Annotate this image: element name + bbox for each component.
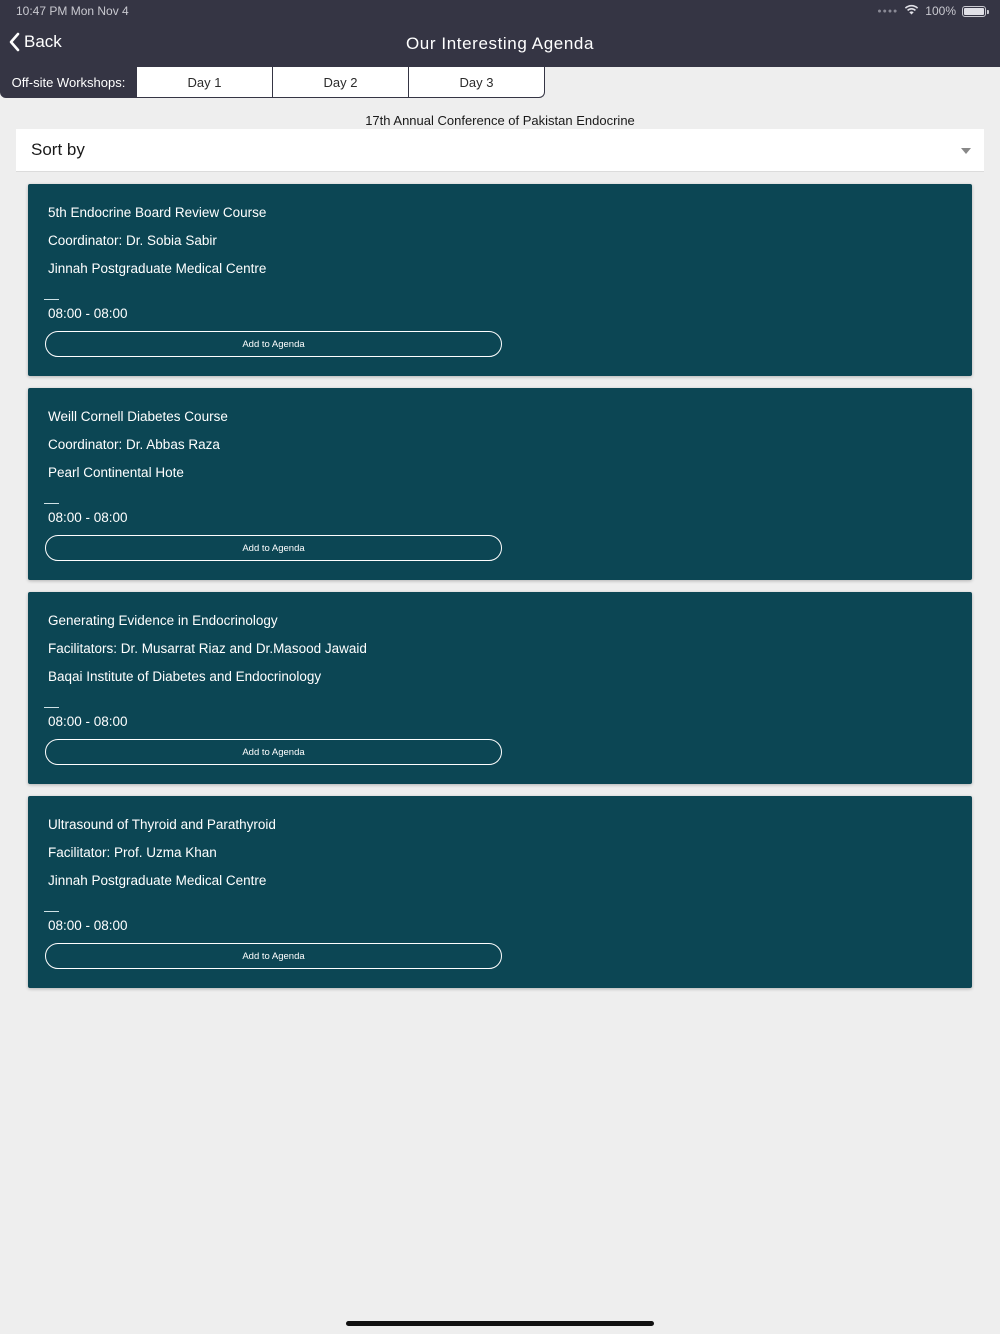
home-indicator[interactable] [346,1321,654,1326]
workshop-coordinator: Coordinator: Dr. Sobia Sabir [48,233,217,248]
sort-label: Sort by [31,140,85,159]
add-to-agenda-button[interactable]: Add to Agenda [45,331,502,357]
caret-down-icon [961,148,971,154]
add-to-agenda-button[interactable]: Add to Agenda [45,943,502,969]
divider [44,503,59,504]
workshop-venue: Jinnah Postgraduate Medical Centre [48,873,267,888]
workshop-title: Ultrasound of Thyroid and Parathyroid [48,817,276,832]
conference-title: 17th Annual Conference of Pakistan Endoc… [365,113,635,128]
workshop-card: Weill Cornell Diabetes Course Coordinato… [28,388,972,580]
signal-icon: ●●●● [877,7,899,15]
divider [44,911,59,912]
workshop-time: 08:00 - 08:00 [48,510,128,525]
workshop-time: 08:00 - 08:00 [48,918,128,933]
workshop-title: Generating Evidence in Endocrinology [48,613,278,628]
add-to-agenda-button[interactable]: Add to Agenda [45,535,502,561]
page-title: Our Interesting Agenda [405,34,595,53]
tabs-label: Off-site Workshops: [0,67,137,98]
workshop-card: Generating Evidence in Endocrinology Fac… [28,592,972,784]
status-indicators: ●●●● 100% [877,4,989,18]
add-to-agenda-button[interactable]: Add to Agenda [45,739,502,765]
navigation-bar: 10:47 PM Mon Nov 4 ●●●● 100% Back Our In… [0,0,1000,67]
tab-day-1[interactable]: Day 1 [136,67,273,98]
divider [44,707,59,708]
tab-day-2[interactable]: Day 2 [272,67,409,98]
battery-percent: 100% [925,4,956,18]
workshop-venue: Pearl Continental Hote [48,465,184,480]
workshop-title: 5th Endocrine Board Review Course [48,205,267,220]
sort-dropdown[interactable]: Sort by [16,129,984,172]
workshop-venue: Baqai Institute of Diabetes and Endocrin… [48,669,322,684]
workshop-time: 08:00 - 08:00 [48,306,128,321]
workshop-time: 08:00 - 08:00 [48,714,128,729]
status-time: 10:47 PM Mon Nov 4 [16,4,129,18]
workshop-venue: Jinnah Postgraduate Medical Centre [48,261,267,276]
workshop-card: Ultrasound of Thyroid and Parathyroid Fa… [28,796,972,988]
day-tabs: Off-site Workshops: Day 1 Day 2 Day 3 [0,67,545,98]
workshop-coordinator: Facilitators: Dr. Musarrat Riaz and Dr.M… [48,641,367,656]
battery-icon [962,5,989,17]
workshop-title: Weill Cornell Diabetes Course [48,409,228,424]
tab-day-3[interactable]: Day 3 [408,67,545,98]
workshop-card: 5th Endocrine Board Review Course Coordi… [28,184,972,376]
workshop-coordinator: Facilitator: Prof. Uzma Khan [48,845,217,860]
divider [44,299,59,300]
wifi-icon [904,4,919,18]
workshop-coordinator: Coordinator: Dr. Abbas Raza [48,437,220,452]
